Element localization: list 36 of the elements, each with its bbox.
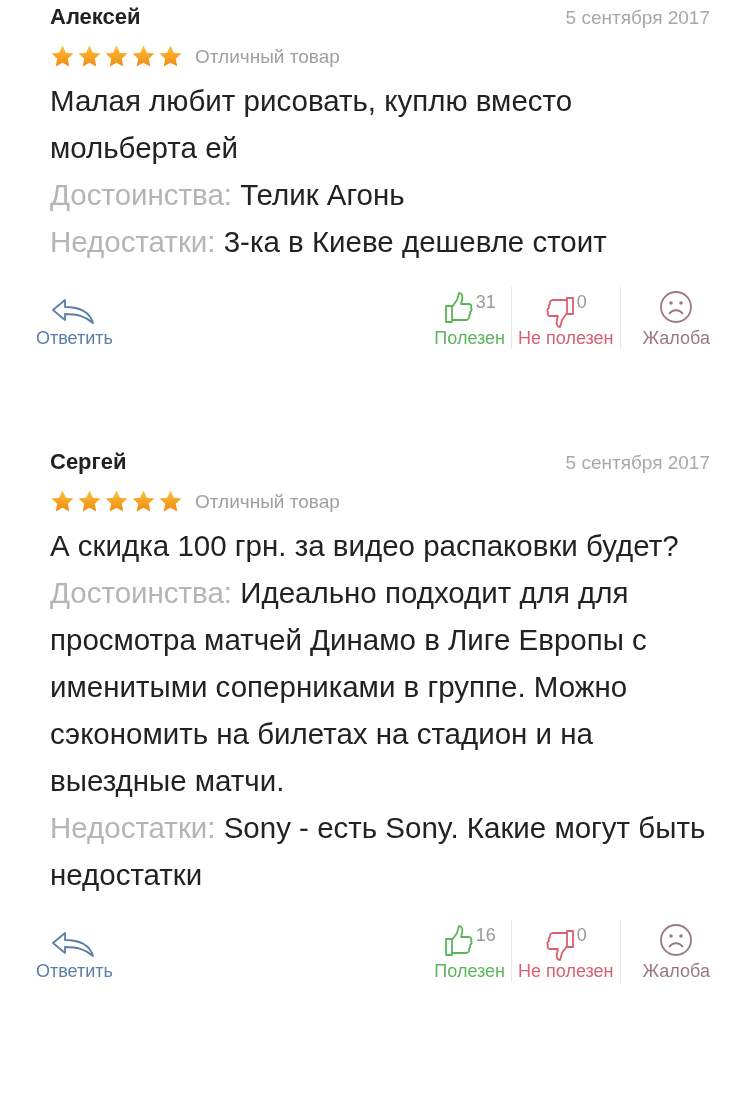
- star-icon: [104, 489, 129, 514]
- thumbs-up-icon: [443, 925, 474, 957]
- sad-face-icon: [659, 290, 694, 324]
- star-icon: [50, 489, 75, 514]
- review-text: Малая любит рисовать, куплю вместо мольберта ей: [50, 83, 574, 166]
- review-date: 5 сентября 2017: [565, 452, 710, 474]
- reply-button[interactable]: Ответить: [36, 298, 113, 349]
- useful-button[interactable]: 16 Полезен: [428, 925, 512, 982]
- reply-button[interactable]: Ответить: [36, 931, 113, 982]
- useful-button[interactable]: 31 Полезен: [428, 292, 512, 349]
- complaint-button[interactable]: Жалоба: [642, 290, 710, 349]
- complaint-button[interactable]: Жалоба: [642, 923, 710, 982]
- author-name: Сергей: [50, 449, 127, 475]
- thumbs-up-icon: [443, 292, 474, 324]
- review-text: А скидка 100 грн. за видео распаковки будет?: [50, 528, 680, 564]
- review-date: 5 сентября 2017: [565, 7, 710, 29]
- thumbs-down-icon: [544, 296, 575, 328]
- star-icon: [131, 44, 156, 69]
- verdict: Отличный товар: [195, 490, 340, 513]
- star-icon: [158, 44, 183, 69]
- star-icon: [77, 44, 102, 69]
- author-name: Алексей: [50, 4, 141, 30]
- thumbs-down-icon: [544, 929, 575, 961]
- not-useful-button[interactable]: 0 Не полезен: [512, 292, 620, 349]
- cons-text: Недостатки: Sony - есть Sony. Какие могут быть недостатки: [50, 810, 707, 893]
- pros-text: Достоинства: Идеально подходит для для просмотра матчей Динамо в Лиге Европы с именитыми соперниками в группе. Можно сэкономить на билетах на стадион и на выездные матчи.: [50, 575, 648, 799]
- star-icon: [77, 489, 102, 514]
- not-useful-button[interactable]: 0 Не полезен: [512, 925, 620, 982]
- cons-text: Недостатки: 3-ка в Киеве дешевле стоит: [50, 224, 608, 260]
- pros-text: Достоинства: Телик Агонь: [50, 177, 406, 213]
- verdict: Отличный товар: [195, 45, 340, 68]
- star-icon: [104, 44, 129, 69]
- sad-face-icon: [659, 923, 694, 957]
- star-icon: [131, 489, 156, 514]
- star-icon: [158, 489, 183, 514]
- star-icon: [50, 44, 75, 69]
